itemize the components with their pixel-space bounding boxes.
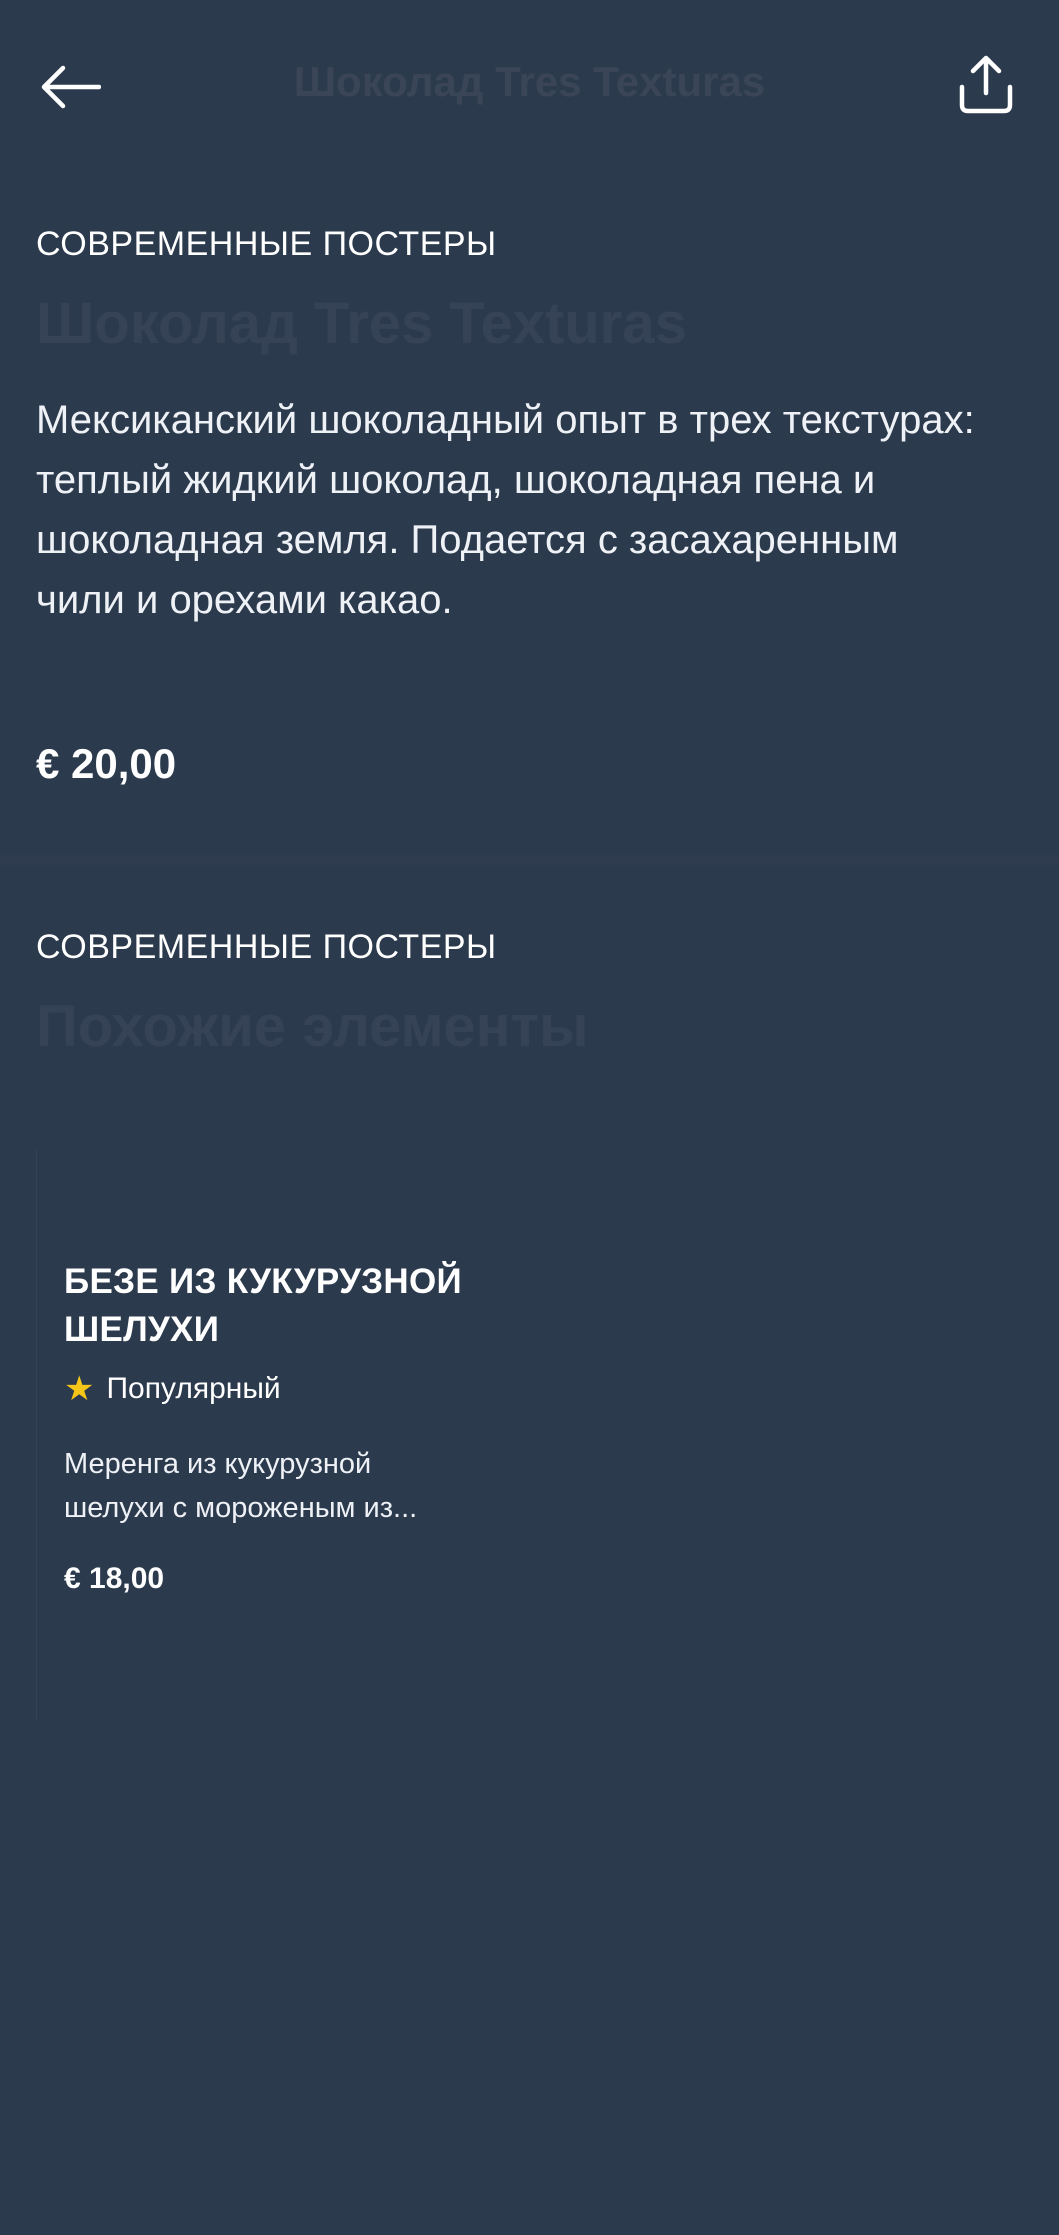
item-price: € 20,00 bbox=[36, 740, 177, 787]
card-price: € 18,00 bbox=[64, 1562, 165, 1595]
section-divider bbox=[0, 855, 1059, 865]
card-title: БЕЗЕ ИЗ КУКУРУЗНОЙ ШЕЛУХИ bbox=[64, 1262, 462, 1349]
card-description: Меренга из кукурузной шелухи с мороженым… bbox=[64, 1448, 418, 1524]
product-detail-screen: Шоколад Tres Texturas СОВРЕМЕННЫЕ ПОСТЕР… bbox=[0, 0, 1059, 2235]
back-button[interactable] bbox=[36, 52, 106, 122]
share-button[interactable] bbox=[949, 48, 1023, 122]
header-title: Шоколад Tres Texturas bbox=[293, 58, 766, 105]
item-description: Мексиканский шоколадный опыт в трех текс… bbox=[36, 398, 975, 622]
star-icon: ★ bbox=[64, 1370, 95, 1408]
popular-badge: ★ Популярный bbox=[64, 1372, 281, 1406]
item-title: Шоколад Tres Texturas bbox=[36, 291, 687, 356]
similar-item-card[interactable]: БЕЗЕ ИЗ КУКУРУЗНОЙ ШЕЛУХИ ★ Популярный М… bbox=[36, 1150, 487, 1720]
top-bar: Шоколад Tres Texturas bbox=[0, 0, 1059, 170]
similar-heading: Похожие элементы bbox=[36, 994, 589, 1059]
share-icon bbox=[959, 55, 1013, 114]
item-category: СОВРЕМЕННЫЕ ПОСТЕРЫ bbox=[36, 225, 497, 263]
similar-category: СОВРЕМЕННЫЕ ПОСТЕРЫ bbox=[36, 928, 497, 966]
badge-label: Популярный bbox=[106, 1372, 281, 1405]
arrow-left-icon bbox=[41, 65, 101, 109]
